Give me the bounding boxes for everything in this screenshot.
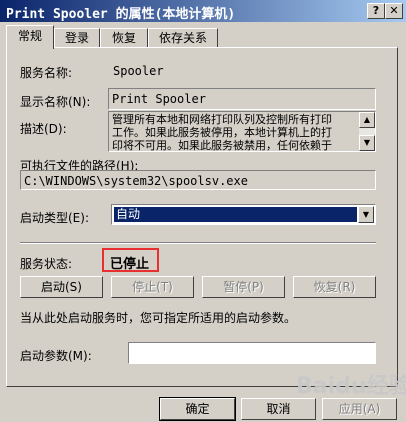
help-button[interactable]: ?: [367, 3, 385, 19]
service-name-value: Spooler: [113, 64, 164, 78]
start-button[interactable]: 启动(S): [20, 276, 103, 298]
chevron-down-icon[interactable]: ▼: [358, 206, 374, 223]
apply-button[interactable]: 应用(A): [322, 398, 397, 420]
ok-button[interactable]: 确定: [159, 397, 236, 421]
separator: [20, 242, 376, 244]
description-label: 描述(D):: [20, 122, 67, 136]
startup-type-label: 启动类型(E):: [20, 211, 89, 225]
scroll-up-icon[interactable]: ▲: [359, 112, 375, 128]
description-line: 管理所有本地和网络打印队列及控制所有打印: [112, 113, 332, 126]
window-title: Print Spooler 的属性(本地计算机): [6, 7, 236, 22]
service-status-value: 已停止: [102, 248, 159, 272]
service-status-label: 服务状态:: [20, 257, 73, 271]
tab-general[interactable]: 常规: [6, 25, 54, 49]
watermark-logo: Baidu经验: [296, 374, 406, 399]
start-params-hint: 当从此处启动服务时，您可指定所适用的启动参数。: [20, 311, 297, 325]
start-params-input[interactable]: [128, 342, 376, 364]
startup-type-select[interactable]: 自动 ▼: [111, 204, 376, 225]
close-button[interactable]: ✕: [385, 3, 403, 19]
stop-button[interactable]: 停止(T): [111, 276, 194, 298]
start-params-label: 启动参数(M):: [20, 349, 92, 363]
display-name-label: 显示名称(N):: [20, 95, 91, 109]
tab-recovery[interactable]: 恢复: [100, 28, 148, 48]
description-line: 印将不可用。如果此服务被禁用，任何依赖于: [112, 139, 332, 152]
startup-type-value: 自动: [114, 207, 357, 222]
tab-dependencies[interactable]: 依存关系: [148, 28, 218, 48]
description-text: 管理所有本地和网络打印队列及控制所有打印 工作。如果此服务被停用，本地计算机上的…: [112, 113, 357, 152]
pause-button[interactable]: 暂停(P): [202, 276, 285, 298]
display-name-field[interactable]: Print Spooler: [108, 88, 376, 110]
description-scrollbar[interactable]: ▲ ▼: [359, 112, 375, 151]
resume-button[interactable]: 恢复(R): [293, 276, 376, 298]
exe-path-field[interactable]: C:\WINDOWS\system32\spoolsv.exe: [20, 170, 376, 190]
tab-logon[interactable]: 登录: [54, 28, 100, 48]
cancel-button[interactable]: 取消: [241, 398, 316, 420]
description-box[interactable]: 管理所有本地和网络打印队列及控制所有打印 工作。如果此服务被停用，本地计算机上的…: [108, 111, 376, 152]
description-line: 工作。如果此服务被停用，本地计算机上的打: [112, 126, 332, 139]
scroll-down-icon[interactable]: ▼: [359, 135, 375, 151]
service-name-label: 服务名称:: [20, 66, 73, 80]
